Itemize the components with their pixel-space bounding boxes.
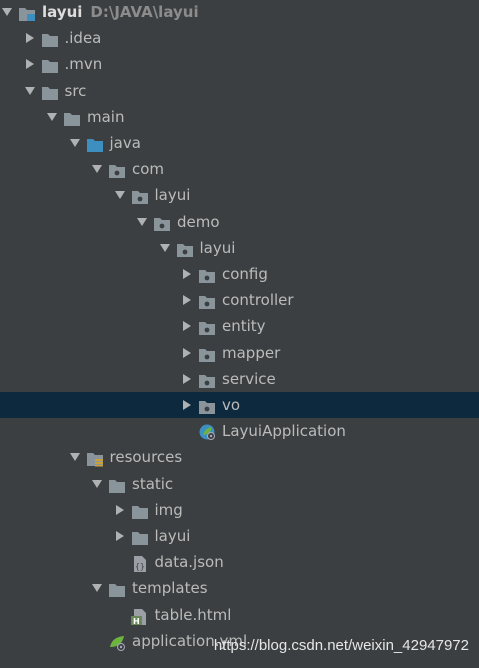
project-folder-icon: [18, 4, 36, 21]
tree-node-label: static: [132, 474, 174, 493]
tree-node-service[interactable]: service: [0, 366, 479, 392]
expand-arrow-icon[interactable]: [180, 366, 194, 392]
tree-node-label: img: [154, 500, 183, 519]
tree-node-label: service: [222, 369, 276, 388]
expand-arrow-icon[interactable]: [180, 392, 194, 418]
tree-node-demo-layui[interactable]: layui: [0, 235, 479, 261]
tree-node-label: java: [109, 134, 141, 152]
expand-arrow-icon[interactable]: [180, 261, 194, 287]
spring-boot-class-icon: [198, 423, 216, 441]
folder-icon: [41, 30, 59, 48]
package-icon: [131, 187, 149, 205]
tree-node-com[interactable]: com: [0, 156, 479, 182]
tree-node-label: .mvn: [64, 55, 103, 74]
tree-node-label: demo: [177, 212, 220, 231]
package-icon: [153, 214, 171, 231]
spring-config-file-icon: [108, 633, 126, 651]
tree-node-static[interactable]: static: [0, 471, 479, 497]
tree-node-label: templates: [132, 579, 208, 598]
tree-node-label: resources: [109, 448, 183, 467]
tree-node-src[interactable]: src: [0, 78, 479, 104]
tree-node-label: table.html: [154, 605, 232, 624]
tree-node-entity[interactable]: entity: [0, 313, 479, 339]
folder-icon: [63, 109, 81, 126]
package-icon: [198, 318, 216, 336]
tree-node-vo[interactable]: vo: [0, 392, 479, 418]
folder-icon: [41, 56, 59, 74]
collapse-arrow-icon[interactable]: [90, 575, 104, 601]
folder-icon: [131, 502, 149, 519]
expand-arrow-icon[interactable]: [180, 313, 194, 339]
tree-node-img[interactable]: img: [0, 497, 479, 523]
tree-node-demo[interactable]: demo: [0, 209, 479, 235]
resources-folder-icon: [86, 449, 104, 467]
collapse-arrow-icon[interactable]: [90, 156, 104, 182]
expand-arrow-icon[interactable]: [23, 25, 37, 51]
tree-node-static-layui[interactable]: layui: [0, 523, 479, 549]
svg-text:H: H: [133, 617, 140, 625]
tree-node-main[interactable]: main: [0, 104, 479, 130]
tree-node-label: layui: [154, 527, 191, 545]
package-icon: [198, 292, 216, 310]
tree-node-label: layui D:\JAVA\layui: [42, 3, 199, 21]
source-folder-icon: [86, 135, 104, 152]
expand-arrow-icon[interactable]: [23, 51, 37, 77]
expand-arrow-icon[interactable]: [113, 497, 127, 523]
tree-node-label: entity: [222, 317, 266, 336]
package-icon: [198, 266, 216, 283]
html-file-icon: H: [130, 607, 149, 626]
collapse-arrow-icon[interactable]: [68, 444, 82, 470]
tree-node-label: LayuiApplication: [222, 422, 346, 441]
folder-icon: [108, 476, 126, 493]
svg-text:{}: {}: [135, 562, 145, 571]
expand-arrow-icon[interactable]: [180, 340, 194, 366]
tree-node-templates[interactable]: templates: [0, 575, 479, 601]
expand-arrow-icon[interactable]: [180, 287, 194, 313]
package-icon: [198, 371, 216, 388]
tree-node-layui-application[interactable]: LayuiApplication: [0, 418, 479, 444]
tree-node-mapper[interactable]: mapper: [0, 340, 479, 366]
json-file-icon: {}: [131, 554, 149, 573]
tree-node-project-root[interactable]: layui D:\JAVA\layui: [0, 0, 479, 25]
project-path: D:\JAVA\layui: [90, 3, 199, 21]
folder-icon: [41, 83, 59, 100]
collapse-arrow-icon[interactable]: [0, 0, 14, 25]
package-icon: [176, 240, 194, 257]
watermark-text: https://blog.csdn.net/weixin_42947972: [213, 637, 469, 654]
collapse-arrow-icon[interactable]: [113, 182, 127, 208]
tree-node-data-json[interactable]: {} data.json: [0, 549, 479, 575]
collapse-arrow-icon[interactable]: [135, 209, 149, 235]
tree-node-table-html[interactable]: Htable.html: [0, 602, 479, 628]
tree-node-label: data.json: [154, 553, 224, 572]
tree-node-idea[interactable]: .idea: [0, 25, 479, 51]
tree-node-label: controller: [222, 291, 294, 310]
package-icon: [198, 345, 216, 362]
tree-node-mvn[interactable]: .mvn: [0, 51, 479, 77]
package-icon: [198, 397, 216, 414]
folder-icon: [108, 580, 126, 598]
tree-node-label: com: [132, 160, 165, 179]
collapse-arrow-icon[interactable]: [45, 104, 59, 130]
tree-node-label: .idea: [64, 29, 102, 48]
package-icon: [108, 161, 126, 179]
tree-node-label: layui: [154, 186, 191, 205]
tree-node-com-layui[interactable]: layui: [0, 182, 479, 208]
collapse-arrow-icon[interactable]: [158, 235, 172, 261]
collapse-arrow-icon[interactable]: [68, 130, 82, 156]
tree-node-config[interactable]: config: [0, 261, 479, 287]
tree-node-label: mapper: [222, 343, 281, 362]
collapse-arrow-icon[interactable]: [90, 471, 104, 497]
tree-node-label: src: [64, 81, 87, 100]
tree-node-label: config: [222, 265, 268, 283]
tree-node-java[interactable]: java: [0, 130, 479, 156]
tree-node-label: layui: [199, 238, 236, 257]
expand-arrow-icon[interactable]: [113, 523, 127, 549]
folder-icon: [131, 528, 149, 545]
collapse-arrow-icon[interactable]: [23, 78, 37, 104]
tree-node-controller[interactable]: controller: [0, 287, 479, 313]
tree-node-label: vo: [222, 396, 241, 414]
tree-node-resources[interactable]: resources: [0, 444, 479, 470]
tree-node-label: main: [87, 107, 125, 126]
